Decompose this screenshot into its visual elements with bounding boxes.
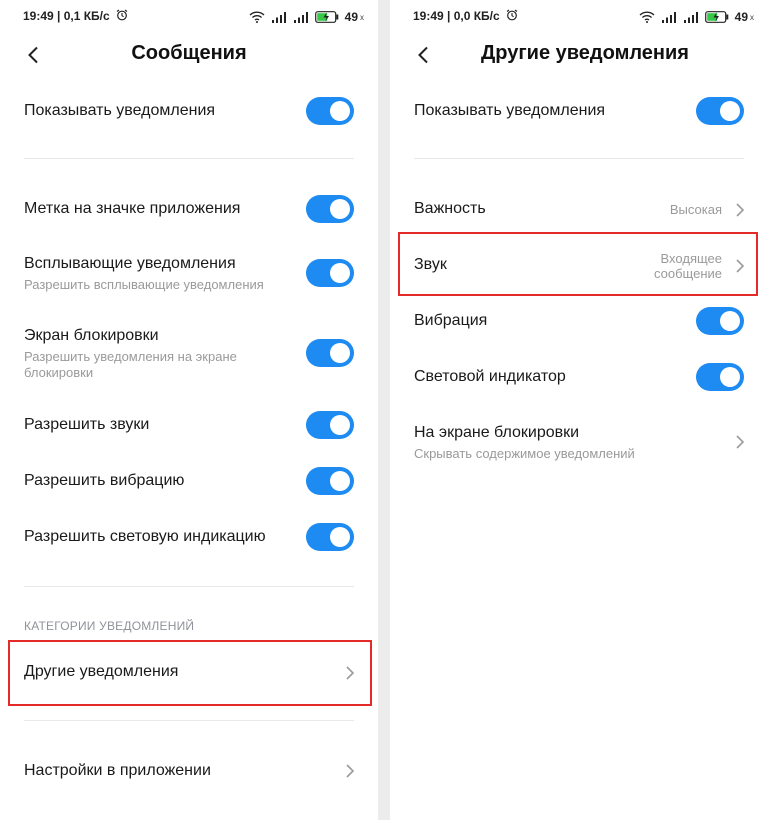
row-sublabel: Разрешить всплывающие уведомления bbox=[24, 277, 264, 292]
row-label: Разрешить световую индикацию bbox=[24, 528, 266, 545]
other-notifications-screen: 19:49 | 0,0 КБ/с 49 х Другие уведомления… bbox=[390, 0, 768, 820]
sound-value-line1: Входящее bbox=[660, 251, 722, 266]
app-badge-toggle[interactable] bbox=[306, 195, 354, 223]
row-label: Звук bbox=[414, 256, 447, 273]
show-notifications-toggle[interactable] bbox=[306, 97, 354, 125]
row-label: Всплывающие уведомления bbox=[24, 255, 236, 272]
wifi-icon bbox=[639, 11, 655, 23]
row-label: Экран блокировки bbox=[24, 327, 159, 344]
battery-level: 49 bbox=[734, 10, 748, 24]
status-time-speed: 19:49 | 0,0 КБ/с bbox=[413, 9, 518, 23]
status-time-speed: 19:49 | 0,1 КБ/с bbox=[23, 9, 128, 23]
sound-row[interactable]: Звук Входящее сообщение bbox=[390, 240, 768, 292]
status-bar: 19:49 | 0,0 КБ/с 49 х bbox=[390, 0, 768, 34]
toggle-knob bbox=[330, 527, 350, 547]
allow-sounds-toggle[interactable] bbox=[306, 411, 354, 439]
battery-level: 49 bbox=[344, 10, 358, 24]
battery-unit: х bbox=[360, 12, 364, 22]
divider bbox=[24, 720, 354, 721]
row-label: Важность bbox=[414, 200, 486, 217]
signal-icon bbox=[661, 12, 676, 23]
signal-icon bbox=[271, 12, 286, 23]
row-label: Показывать уведомления bbox=[414, 102, 606, 119]
importance-value: Высокая bbox=[669, 202, 722, 217]
light-indicator-row[interactable]: Световой индикатор bbox=[390, 356, 768, 400]
toggle-knob bbox=[720, 311, 740, 331]
page-title: Сообщения bbox=[131, 42, 247, 64]
sound-value-line2: сообщение bbox=[653, 266, 722, 281]
lockscreen-toggle[interactable] bbox=[306, 339, 354, 367]
row-label: Метка на значке приложения bbox=[24, 200, 241, 217]
toggle-knob bbox=[330, 199, 350, 219]
wifi-icon bbox=[249, 11, 265, 23]
floating-notifications-row[interactable]: Всплывающие уведомления Разрешить всплыв… bbox=[0, 250, 378, 298]
importance-row[interactable]: Важность Высокая bbox=[390, 188, 768, 232]
row-sublabel: Скрывать содержимое уведомлений bbox=[414, 446, 635, 461]
signal-icon bbox=[683, 12, 698, 23]
row-label: На экране блокировки bbox=[414, 424, 580, 441]
battery-unit: х bbox=[750, 12, 754, 22]
allow-vibration-toggle[interactable] bbox=[306, 467, 354, 495]
page-title: Другие уведомления bbox=[481, 42, 689, 64]
app-badge-row[interactable]: Метка на значке приложения bbox=[0, 188, 378, 232]
status-bar: 19:49 | 0,1 КБ/с 49 х bbox=[0, 0, 378, 34]
row-label: Показывать уведомления bbox=[24, 102, 216, 119]
toggle-knob bbox=[330, 415, 350, 435]
show-notifications-row[interactable]: Показывать уведомления bbox=[390, 90, 768, 134]
toggle-knob bbox=[330, 471, 350, 491]
app-settings-row[interactable]: Настройки в приложении bbox=[0, 748, 378, 792]
lockscreen-row[interactable]: Экран блокировки Разрешить уведомления н… bbox=[0, 322, 378, 386]
toggle-knob bbox=[330, 263, 350, 283]
other-notifications-row[interactable]: Другие уведомления bbox=[0, 648, 378, 698]
chevron-right-icon bbox=[736, 435, 745, 449]
vibration-toggle[interactable] bbox=[696, 307, 744, 335]
light-indicator-toggle[interactable] bbox=[696, 363, 744, 391]
section-header: КАТЕГОРИИ УВЕДОМЛЕНИЙ bbox=[24, 619, 195, 633]
row-label: Разрешить звуки bbox=[24, 416, 150, 433]
lockscreen-row[interactable]: На экране блокировки Скрывать содержимое… bbox=[390, 418, 768, 468]
allow-sounds-row[interactable]: Разрешить звуки bbox=[0, 404, 378, 448]
row-label: Настройки в приложении bbox=[24, 762, 211, 779]
floating-notifications-toggle[interactable] bbox=[306, 259, 354, 287]
allow-vibration-row[interactable]: Разрешить вибрацию bbox=[0, 460, 378, 504]
battery-charging-icon bbox=[704, 11, 728, 23]
signal-icon bbox=[293, 12, 308, 23]
alarm-clock-icon bbox=[116, 9, 128, 21]
chevron-right-icon bbox=[346, 764, 355, 778]
divider bbox=[24, 158, 354, 159]
row-label: Разрешить вибрацию bbox=[24, 472, 185, 489]
messages-settings-screen: 19:49 | 0,1 КБ/с 49 х Сообщения Показыва… bbox=[0, 0, 378, 820]
toggle-knob bbox=[330, 343, 350, 363]
row-label: Световой индикатор bbox=[414, 368, 566, 385]
alarm-clock-icon bbox=[506, 9, 518, 21]
show-notifications-row[interactable]: Показывать уведомления bbox=[0, 90, 378, 134]
allow-light-row[interactable]: Разрешить световую индикацию bbox=[0, 516, 378, 560]
show-notifications-toggle[interactable] bbox=[696, 97, 744, 125]
divider bbox=[24, 586, 354, 587]
allow-light-toggle[interactable] bbox=[306, 523, 354, 551]
row-label: Другие уведомления bbox=[24, 663, 179, 680]
chevron-right-icon bbox=[736, 203, 745, 217]
toggle-knob bbox=[330, 101, 350, 121]
vibration-row[interactable]: Вибрация bbox=[390, 300, 768, 344]
row-label: Вибрация bbox=[414, 312, 488, 329]
toggle-knob bbox=[720, 101, 740, 121]
toggle-knob bbox=[720, 367, 740, 387]
chevron-right-icon bbox=[736, 259, 745, 273]
chevron-right-icon bbox=[346, 666, 355, 680]
battery-charging-icon bbox=[314, 11, 338, 23]
row-sublabel: Разрешить уведомления на экране блокиров… bbox=[24, 349, 237, 380]
divider bbox=[414, 158, 744, 159]
